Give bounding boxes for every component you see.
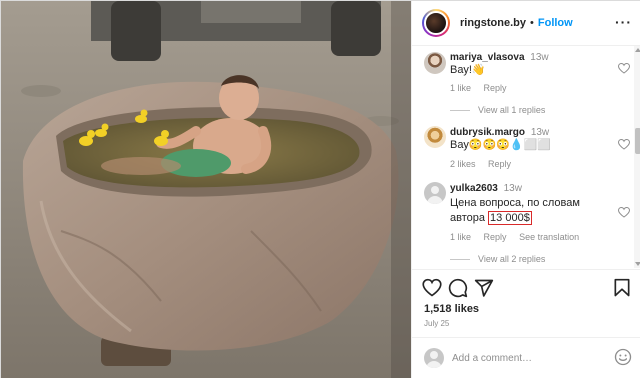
comment-header: mariya_vlasova 13w (450, 52, 549, 63)
heart-icon[interactable] (422, 278, 442, 298)
follow-button[interactable]: Follow (538, 17, 573, 29)
bookmark-icon[interactable] (612, 278, 632, 298)
view-replies-label: View all 1 replies (478, 105, 546, 115)
scrollbar-thumb[interactable] (635, 128, 640, 154)
comment-likes[interactable]: 2 likes (450, 159, 476, 169)
comment-text: Вау😳😳😳💧⬜⬜ (450, 139, 552, 151)
emoji-icon[interactable] (614, 348, 632, 366)
price-highlight: 13 000$ (488, 211, 532, 225)
comment-header: dubrysik.margo 13w (450, 127, 549, 138)
current-user-avatar (424, 348, 444, 368)
comment-username[interactable]: yulka2603 (450, 183, 498, 194)
comment-time[interactable]: 13w (504, 183, 522, 194)
author-avatar[interactable] (422, 9, 450, 37)
commenter-avatar[interactable] (424, 126, 446, 148)
more-icon[interactable]: ··· (615, 14, 632, 30)
comment-likes[interactable]: 1 like (450, 232, 471, 242)
comment-item: dubrysik.margo 13w Вау😳😳😳💧⬜⬜ 2 likes Rep… (412, 124, 634, 176)
heart-icon[interactable] (618, 63, 630, 74)
comments-list: mariya_vlasova 13w Вау!👋 1 like Reply Vi… (412, 46, 634, 268)
add-comment-input[interactable] (452, 350, 592, 366)
stone-bath-image (1, 1, 411, 378)
comment-text: Цена вопроса, по словам автора 13 000$ (450, 196, 590, 226)
heart-icon[interactable] (618, 207, 630, 218)
scroll-up-arrow-icon[interactable] (635, 48, 640, 52)
heart-icon[interactable] (618, 139, 630, 150)
post-date[interactable]: July 25 (424, 319, 449, 328)
comment-header: yulka2603 13w (450, 183, 522, 194)
comments-scrollbar[interactable] (634, 46, 640, 268)
share-icon[interactable] (474, 278, 494, 298)
comment-meta: 1 like Reply See translation (450, 232, 589, 242)
reply-button[interactable]: Reply (484, 83, 507, 93)
view-replies-button[interactable]: View all 2 replies (450, 254, 545, 264)
comment-icon[interactable] (448, 278, 468, 298)
post-side-panel: ringstone.by • Follow ··· mariya_vlasova… (411, 1, 640, 378)
post-photo[interactable] (1, 1, 411, 378)
comment-time[interactable]: 13w (530, 52, 548, 63)
comment-item: yulka2603 13w Цена вопроса, по словам ав… (412, 179, 634, 268)
view-replies-label: View all 2 replies (478, 254, 546, 264)
scroll-down-arrow-icon[interactable] (635, 262, 640, 266)
likes-count[interactable]: 1,518 likes (424, 303, 479, 315)
commenter-avatar[interactable] (424, 182, 446, 204)
instagram-post-window: ringstone.by • Follow ··· mariya_vlasova… (0, 0, 640, 378)
comment-item: mariya_vlasova 13w Вау!👋 1 like Reply Vi… (412, 46, 634, 124)
comment-username[interactable]: mariya_vlasova (450, 52, 525, 63)
see-translation-button[interactable]: See translation (519, 232, 579, 242)
comment-meta: 2 likes Reply (450, 159, 521, 169)
comment-likes[interactable]: 1 like (450, 83, 471, 93)
author-username[interactable]: ringstone.by (460, 17, 526, 29)
commenter-avatar[interactable] (424, 52, 446, 74)
comment-text: Вау!👋 (450, 64, 486, 76)
view-replies-line (450, 258, 470, 260)
reply-button[interactable]: Reply (484, 232, 507, 242)
author-avatar-image (424, 11, 448, 35)
add-comment-bar (412, 337, 640, 378)
reply-button[interactable]: Reply (488, 159, 511, 169)
comment-username[interactable]: dubrysik.margo (450, 127, 525, 138)
header-separator: • (530, 17, 534, 29)
comment-meta: 1 like Reply (450, 83, 517, 93)
view-replies-button[interactable]: View all 1 replies (450, 105, 545, 115)
post-header: ringstone.by • Follow ··· (412, 1, 640, 46)
comment-time[interactable]: 13w (531, 127, 549, 138)
view-replies-line (450, 109, 470, 111)
